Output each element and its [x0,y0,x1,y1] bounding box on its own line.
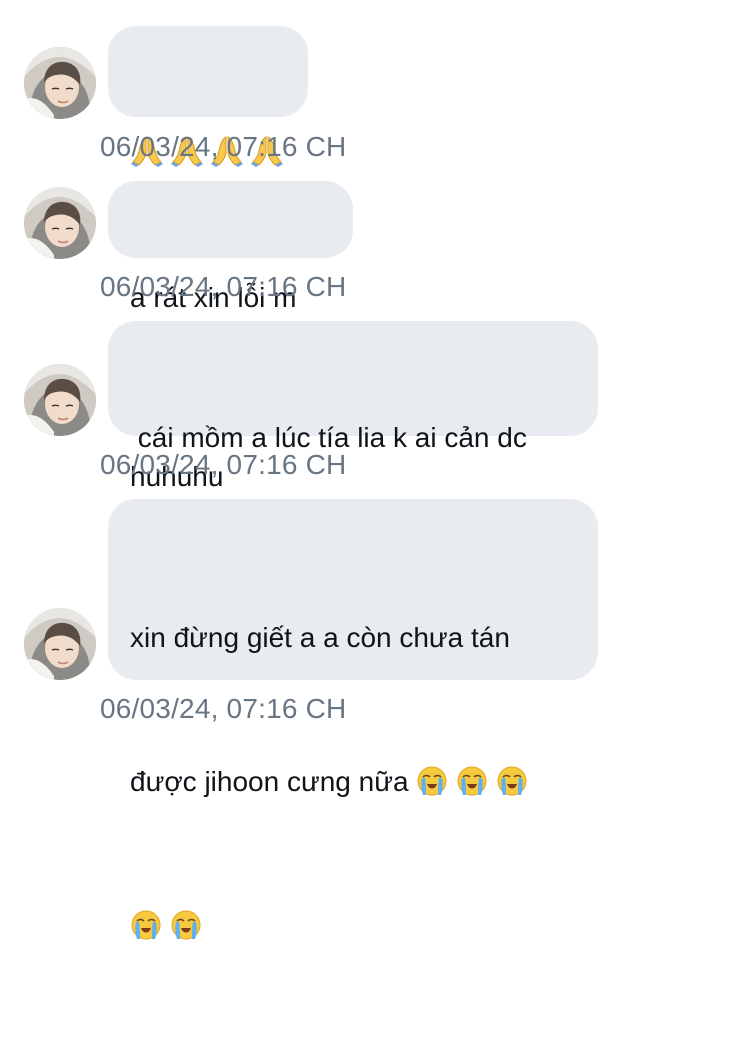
profile-photo-avatar [24,608,96,680]
message-timestamp: 06/03/24, 07:16 CH [100,271,347,302]
user-avatar[interactable] [24,187,96,259]
profile-photo-avatar [24,187,96,259]
chat-thread: 06/03/24, 07:16 CH a rát xin lỗi m 06/03… [0,0,750,742]
user-avatar[interactable] [24,364,96,436]
message-text: được jihoon cưng nữa [130,766,409,797]
profile-photo-avatar [24,364,96,436]
message-bubble[interactable]: xin đừng giết a a còn chưa tán được jiho… [108,499,598,680]
loudly-crying-face-emoji [416,765,448,797]
loudly-crying-face-emoji [496,765,528,797]
message-bubble[interactable]: cái mồm a lúc tía lia k ai cản dc huhuhu [108,321,598,492]
user-avatar[interactable] [24,608,96,680]
message-text-line: được jihoon cưng nữa [130,758,576,806]
message-timestamp: 06/03/24, 07:16 CH [100,693,347,724]
message-text-line: xin đừng giết a a còn chưa tán [130,622,510,653]
loudly-crying-face-emoji [170,909,202,941]
loudly-crying-face-emoji [456,765,488,797]
loudly-crying-face-emoji [130,909,162,941]
message-timestamp: 06/03/24, 07:16 CH [100,449,347,480]
message-bubble[interactable] [108,26,308,117]
message-timestamp: 06/03/24, 07:16 CH [100,131,347,162]
user-avatar[interactable] [24,47,96,119]
profile-photo-avatar [24,47,96,119]
emoji-line [130,902,576,950]
message-bubble[interactable]: a rát xin lỗi m [108,181,353,313]
